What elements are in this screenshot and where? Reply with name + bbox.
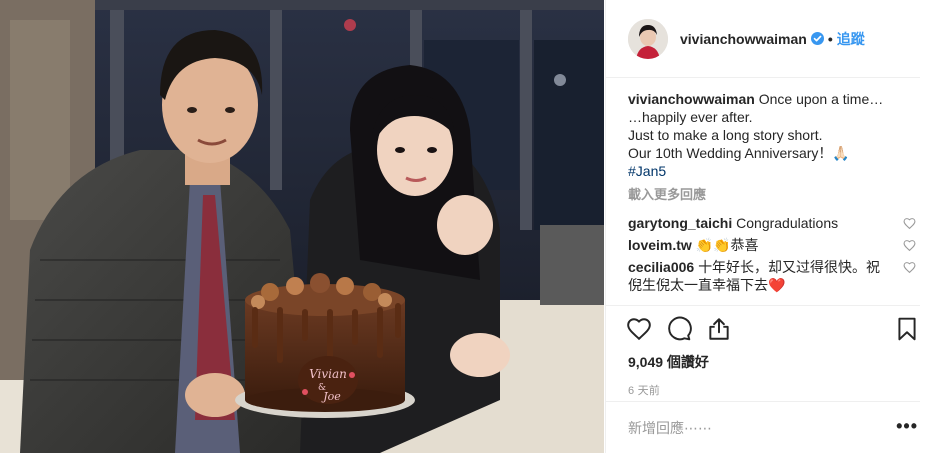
load-more-comments[interactable]: 載入更多回應	[628, 186, 918, 204]
comment-username[interactable]: garytong_taichi	[628, 215, 732, 231]
caption-hashtag[interactable]: #Jan5	[628, 163, 666, 179]
action-bar	[606, 306, 920, 352]
comment-item: loveim.tw 👏👏恭喜	[628, 236, 918, 254]
more-options-button[interactable]: •••	[896, 416, 918, 437]
comment-username[interactable]: cecilia006	[628, 259, 694, 275]
verified-badge-icon	[810, 32, 824, 45]
comment-icon[interactable]	[666, 316, 692, 342]
heart-icon[interactable]	[626, 316, 652, 342]
share-icon[interactable]	[706, 316, 732, 342]
post-timestamp[interactable]: 6 天前	[606, 382, 920, 398]
follow-button[interactable]: 追蹤	[837, 29, 865, 49]
caption-line-2: …happily ever after.	[628, 109, 753, 125]
caption-line-1: Once upon a time…	[758, 91, 884, 107]
post-author-username[interactable]: vivianchowwaiman	[680, 31, 807, 47]
heart-small-icon[interactable]	[903, 217, 916, 230]
heart-small-icon[interactable]	[903, 239, 916, 252]
bookmark-icon[interactable]	[894, 316, 920, 342]
add-comment-bar: •••	[606, 401, 920, 453]
comment-input[interactable]	[628, 419, 868, 436]
comments-list: vivianchowwaiman Once upon a time… …happ…	[628, 90, 918, 305]
cake-text-line1: Vivian	[309, 367, 347, 381]
comment-username[interactable]: loveim.tw	[628, 237, 692, 253]
header-dot-separator: •	[827, 30, 833, 47]
comment-item: garytong_taichi Congradulations	[628, 214, 918, 232]
post-side-panel: vivianchowwaiman • 追蹤 vivianchowwaiman O…	[605, 0, 939, 453]
likes-count[interactable]: 9,049 個讚好	[606, 352, 920, 372]
caption-username[interactable]: vivianchowwaiman	[628, 91, 755, 107]
comment-text: Congradulations	[736, 215, 839, 231]
heart-small-icon[interactable]	[903, 261, 916, 274]
post-actions-section: 9,049 個讚好 6 天前	[606, 305, 920, 398]
post-caption: vivianchowwaiman Once upon a time… …happ…	[628, 90, 918, 180]
cake-text-line3: Joe	[321, 390, 341, 403]
avatar[interactable]	[628, 18, 668, 59]
comment-item: cecilia006 十年好长，却又过得很快。祝倪生倪太一直幸福下去❤️	[628, 258, 918, 294]
comment-text: 👏👏恭喜	[695, 237, 759, 253]
post-photo-illustration: Vivian & Joe	[0, 0, 604, 453]
caption-line-4: Our 10th Wedding Anniversary！🙏🏻	[628, 145, 850, 161]
post-header: vivianchowwaiman • 追蹤	[606, 0, 920, 78]
caption-line-3: Just to make a long story short.	[628, 127, 823, 143]
avatar-image	[628, 18, 668, 59]
post-photo[interactable]: Vivian & Joe	[0, 0, 604, 453]
